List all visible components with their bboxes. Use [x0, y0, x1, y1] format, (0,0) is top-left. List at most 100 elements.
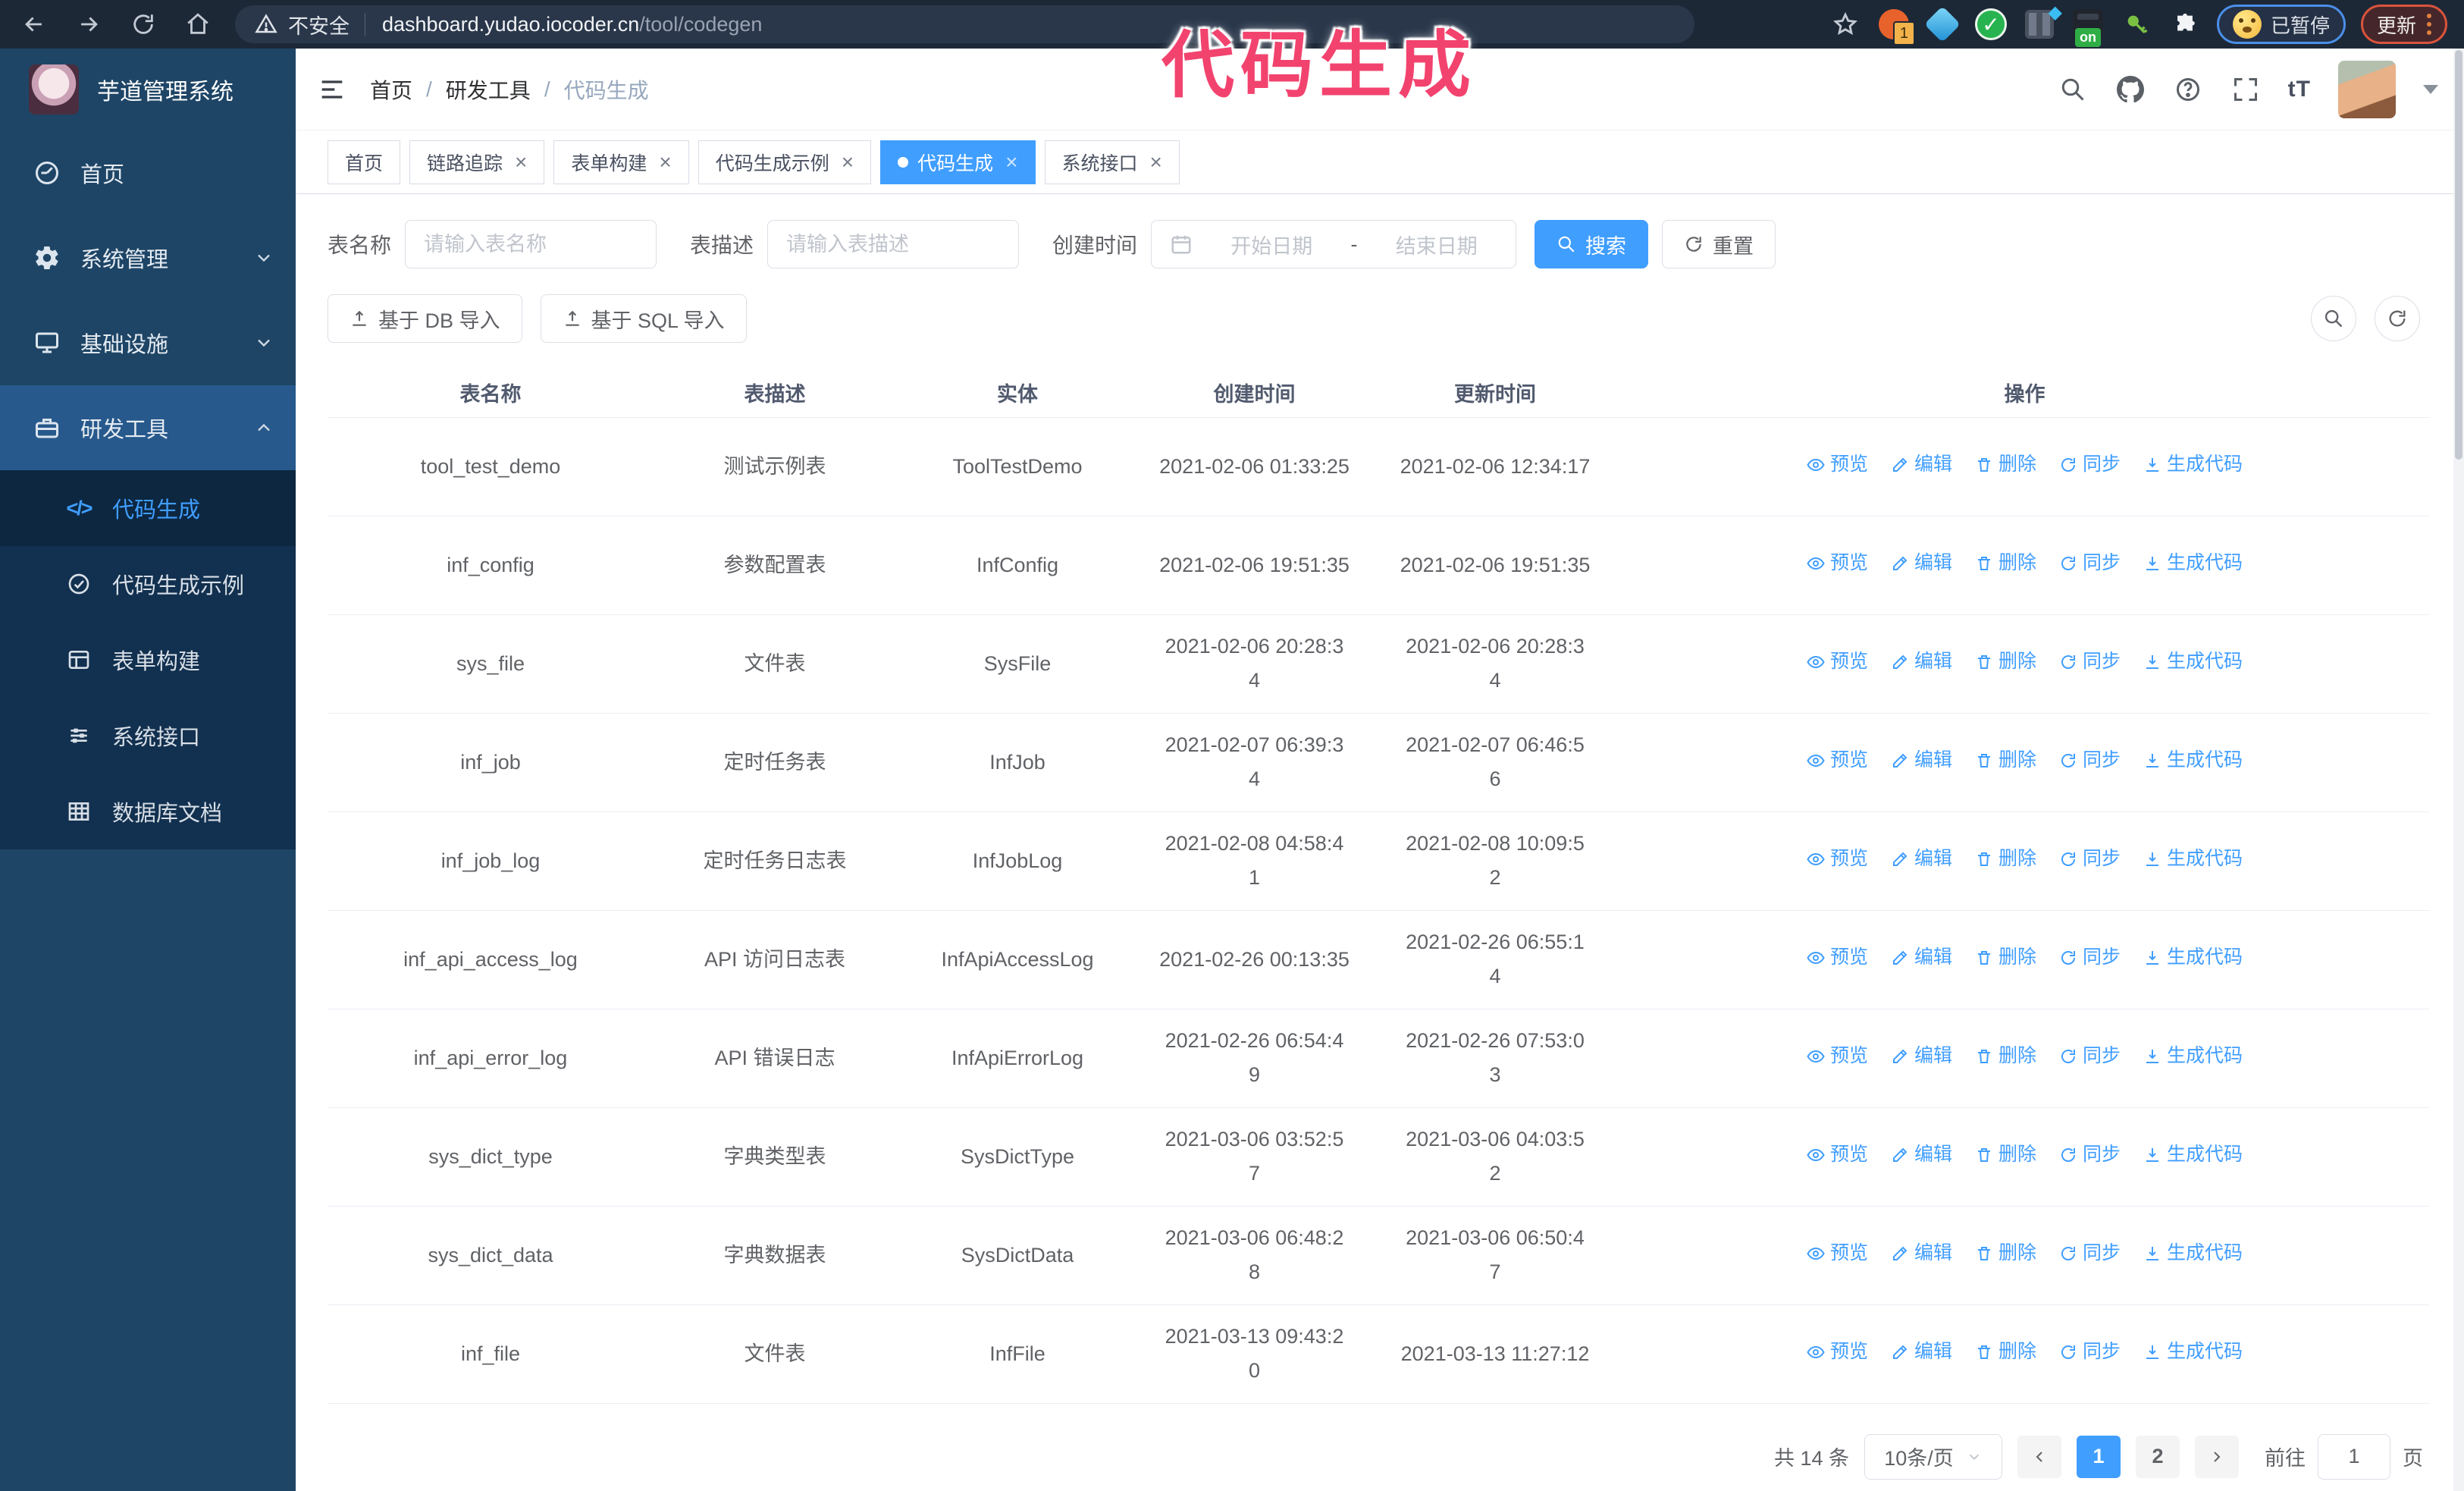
close-icon[interactable]: × — [1005, 151, 1017, 173]
columns-extension-icon[interactable]: ◆ — [2023, 2, 2062, 41]
sync-action-link[interactable]: 同步 — [2059, 646, 2121, 677]
preview-action-link[interactable]: 预览 — [1807, 548, 1868, 579]
page-button-1[interactable]: 1 — [2077, 1435, 2121, 1478]
adblock-extension-icon[interactable]: 1 — [1877, 8, 1915, 46]
check-extension-icon[interactable]: ✓ — [1974, 8, 2008, 41]
home-icon[interactable] — [180, 7, 215, 42]
update-button[interactable]: 更新 — [2360, 5, 2447, 44]
date-range-picker[interactable]: 开始日期 - 结束日期 — [1151, 220, 1517, 268]
close-icon[interactable]: × — [1150, 151, 1162, 173]
reload-icon[interactable] — [126, 7, 161, 42]
sync-action-link[interactable]: 同步 — [2059, 1336, 2121, 1367]
tab-codegen-example[interactable]: 代码生成示例 × — [698, 140, 872, 184]
sidebar-item-system[interactable]: 系统管理 — [0, 215, 296, 300]
generate-action-link[interactable]: 生成代码 — [2143, 745, 2243, 776]
page-size-select[interactable]: 10条/页 — [1864, 1433, 2002, 1480]
generate-action-link[interactable]: 生成代码 — [2143, 1336, 2243, 1367]
chevron-down-icon[interactable] — [2423, 84, 2438, 94]
sidebar-subitem-db-doc[interactable]: 数据库文档 — [0, 774, 296, 849]
scrollbar[interactable] — [2453, 49, 2464, 1491]
sync-action-link[interactable]: 同步 — [2059, 942, 2121, 973]
delete-action-link[interactable]: 删除 — [1975, 1041, 2036, 1072]
breadcrumb-devtools[interactable]: 研发工具 — [446, 74, 531, 105]
puzzle-extensions-icon[interactable] — [2168, 8, 2202, 41]
delete-action-link[interactable]: 删除 — [1975, 449, 2036, 480]
sql-import-button[interactable]: 基于 SQL 导入 — [540, 294, 747, 343]
search-button[interactable]: 搜索 — [1535, 220, 1649, 268]
edit-action-link[interactable]: 编辑 — [1891, 1041, 1952, 1072]
generate-action-link[interactable]: 生成代码 — [2143, 1041, 2243, 1072]
prev-page-button[interactable] — [2017, 1435, 2061, 1478]
table-desc-input[interactable] — [767, 220, 1020, 268]
sync-action-link[interactable]: 同步 — [2059, 745, 2121, 776]
edit-action-link[interactable]: 编辑 — [1891, 1336, 1952, 1367]
delete-action-link[interactable]: 删除 — [1975, 942, 2036, 973]
tab-tracing[interactable]: 链路追踪 × — [409, 140, 545, 184]
hamburger-icon[interactable] — [317, 74, 347, 105]
db-import-button[interactable]: 基于 DB 导入 — [328, 294, 522, 343]
edit-action-link[interactable]: 编辑 — [1891, 548, 1952, 579]
sync-action-link[interactable]: 同步 — [2059, 1139, 2121, 1170]
search-icon[interactable] — [2058, 74, 2088, 105]
close-icon[interactable]: × — [842, 151, 854, 173]
browser-menu-icon[interactable] — [2427, 14, 2431, 35]
delete-action-link[interactable]: 删除 — [1975, 745, 2036, 776]
sidebar-subitem-codegen[interactable]: </> 代码生成 — [0, 470, 296, 546]
sidebar-item-devtools[interactable]: 研发工具 — [0, 385, 296, 470]
forward-icon[interactable] — [71, 7, 106, 42]
tab-codegen[interactable]: 代码生成 × — [880, 140, 1036, 184]
generate-action-link[interactable]: 生成代码 — [2143, 843, 2243, 874]
onetab-extension-icon[interactable]: on — [2071, 8, 2105, 47]
edit-action-link[interactable]: 编辑 — [1891, 1238, 1952, 1269]
delete-action-link[interactable]: 删除 — [1975, 1238, 2036, 1269]
delete-action-link[interactable]: 删除 — [1975, 646, 2036, 677]
gem-extension-icon[interactable] — [1923, 5, 1961, 43]
preview-action-link[interactable]: 预览 — [1807, 1139, 1868, 1170]
generate-action-link[interactable]: 生成代码 — [2143, 548, 2243, 579]
sync-action-link[interactable]: 同步 — [2059, 548, 2121, 579]
edit-action-link[interactable]: 编辑 — [1891, 1139, 1952, 1170]
preview-action-link[interactable]: 预览 — [1807, 646, 1868, 677]
close-icon[interactable]: × — [515, 151, 527, 173]
github-icon[interactable] — [2115, 74, 2146, 105]
table-name-input[interactable] — [405, 220, 657, 268]
sidebar-item-infra[interactable]: 基础设施 — [0, 300, 296, 385]
sync-action-link[interactable]: 同步 — [2059, 1041, 2121, 1072]
sync-action-link[interactable]: 同步 — [2059, 449, 2121, 480]
goto-page-input[interactable] — [2318, 1433, 2390, 1480]
toggle-search-button[interactable] — [2311, 296, 2356, 341]
edit-action-link[interactable]: 编辑 — [1891, 745, 1952, 776]
help-icon[interactable] — [2173, 74, 2203, 105]
sync-action-link[interactable]: 同步 — [2059, 1238, 2121, 1269]
breadcrumb-home[interactable]: 首页 — [370, 74, 412, 105]
close-icon[interactable]: × — [659, 151, 671, 173]
scrollbar-thumb[interactable] — [2455, 50, 2462, 460]
text-size-icon[interactable]: tT — [2288, 77, 2311, 102]
preview-action-link[interactable]: 预览 — [1807, 449, 1868, 480]
tab-home[interactable]: 首页 — [328, 140, 401, 184]
refresh-table-button[interactable] — [2375, 296, 2420, 341]
edit-action-link[interactable]: 编辑 — [1891, 942, 1952, 973]
star-icon[interactable] — [1829, 8, 1862, 41]
delete-action-link[interactable]: 删除 — [1975, 843, 2036, 874]
edit-action-link[interactable]: 编辑 — [1891, 449, 1952, 480]
tab-form-builder[interactable]: 表单构建 × — [553, 140, 689, 184]
sidebar-item-home[interactable]: 首页 — [0, 130, 296, 215]
fullscreen-icon[interactable] — [2230, 74, 2261, 105]
preview-action-link[interactable]: 预览 — [1807, 1041, 1868, 1072]
page-button-2[interactable]: 2 — [2136, 1435, 2180, 1478]
preview-action-link[interactable]: 预览 — [1807, 1336, 1868, 1367]
reset-button[interactable]: 重置 — [1662, 220, 1776, 268]
generate-action-link[interactable]: 生成代码 — [2143, 646, 2243, 677]
key-extension-icon[interactable] — [2120, 8, 2153, 41]
preview-action-link[interactable]: 预览 — [1807, 843, 1868, 874]
delete-action-link[interactable]: 删除 — [1975, 1139, 2036, 1170]
delete-action-link[interactable]: 删除 — [1975, 1336, 2036, 1367]
preview-action-link[interactable]: 预览 — [1807, 745, 1868, 776]
sidebar-subitem-codegen-example[interactable]: 代码生成示例 — [0, 546, 296, 622]
avatar[interactable] — [2338, 60, 2396, 118]
edit-action-link[interactable]: 编辑 — [1891, 843, 1952, 874]
sync-action-link[interactable]: 同步 — [2059, 843, 2121, 874]
edit-action-link[interactable]: 编辑 — [1891, 646, 1952, 677]
preview-action-link[interactable]: 预览 — [1807, 942, 1868, 973]
